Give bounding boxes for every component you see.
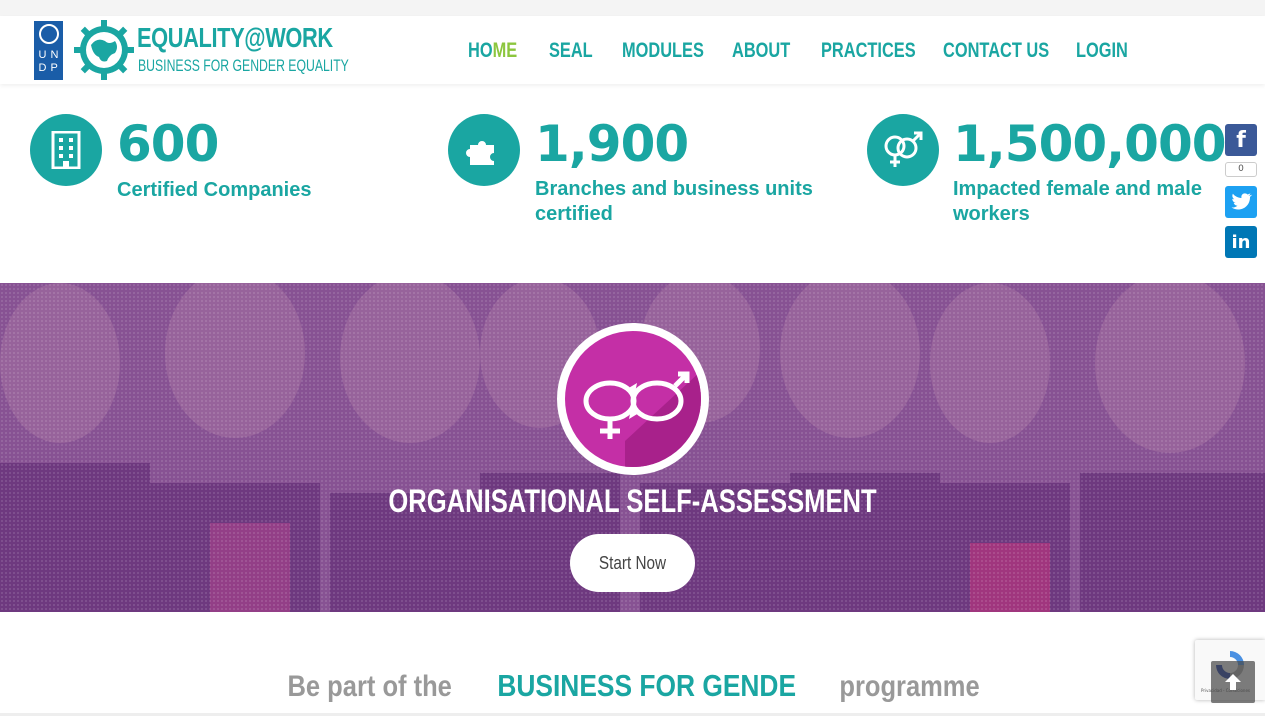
arrow-up-icon [1225,674,1241,690]
self-assessment-banner: ORGANISATIONAL SELF-ASSESSMENT Start Now [0,283,1265,612]
banner-title: ORGANISATIONAL SELF-ASSESSMENT [388,483,877,519]
stat-workers-label: Impacted female and male workers [953,178,1202,225]
linkedin-icon[interactable]: in [1225,226,1257,258]
puzzle-icon [448,114,520,186]
share-count: 0 [1225,162,1257,177]
nav-modules[interactable]: MODULES [622,39,704,63]
heading-prefix: Be part of the [287,670,452,703]
building-icon [30,114,102,186]
facebook-icon[interactable]: f [1225,124,1257,156]
stat-workers-number: 1,500,000 [953,115,1227,173]
infinity-gender-icon [565,331,701,467]
top-strip [0,0,1265,16]
stat-branches-label: Branches and business units certified [535,178,813,225]
start-now-button[interactable]: Start Now [570,534,695,592]
nav-home-label-start: HO [468,39,493,62]
nav-home-label-end: ME [492,39,518,62]
undp-logo[interactable]: U N D P [34,21,63,80]
nav-home[interactable]: HOME [468,39,517,63]
undp-letters: U N D P [38,49,59,74]
gender-symbols-icon [867,114,939,186]
site-header: U N D P EQUALITY@WORK BUSINESS FOR GENDE… [0,16,1265,84]
programme-heading: Be part of the BUSINESS FOR GENDE progra… [0,668,1265,704]
stat-companies-label: Certified Companies [117,179,312,201]
nav-practices[interactable]: PRACTICES [821,39,916,63]
stat-branches-number: 1,900 [535,115,689,173]
un-emblem-icon [38,24,59,44]
stat-companies-number: 600 [117,115,219,173]
nav-contact-us[interactable]: CONTACT US [943,39,1049,63]
brand-subtitle: BUSINESS FOR GENDER EQUALITY [138,56,349,75]
gear-globe-logo-icon[interactable] [73,19,135,81]
heading-suffix: programme [839,670,980,703]
heading-emphasis: BUSINESS FOR GENDE [497,668,796,703]
brand-title[interactable]: EQUALITY@WORK [137,22,333,54]
twitter-icon[interactable] [1225,186,1257,218]
back-to-top-button[interactable] [1211,661,1255,703]
nav-login[interactable]: LOGIN [1076,39,1128,63]
nav-seal[interactable]: SEAL [549,39,593,63]
nav-about[interactable]: ABOUT [732,39,790,63]
self-assessment-logo [557,323,709,475]
start-now-label: Start Now [598,552,667,573]
